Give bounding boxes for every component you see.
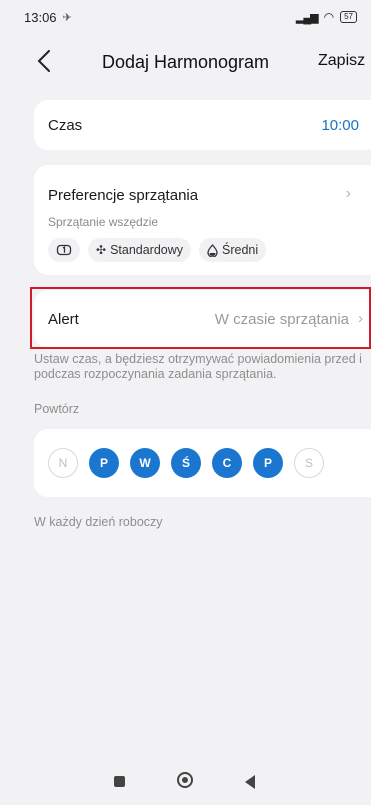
back-nav-button[interactable] xyxy=(245,775,255,789)
alert-highlight-box xyxy=(30,287,371,349)
page-title: Dodaj Harmonogram xyxy=(101,51,270,72)
status-time: 13:06 xyxy=(24,9,57,25)
time-row[interactable]: Czas 10:00 xyxy=(34,100,371,150)
water-drop-icon xyxy=(207,243,218,257)
suction-label: Standardowy xyxy=(110,243,184,257)
preferences-subtitle: Sprzątanie wszędzie xyxy=(48,215,159,229)
system-nav-bar xyxy=(0,759,371,805)
day-toggle-sunday[interactable]: N xyxy=(48,448,78,478)
status-bar: 13:06 ✈︎ ▂▄▆ ◠ 57 xyxy=(0,0,371,34)
dnd-icon: ✈︎ xyxy=(62,11,72,24)
day-toggle-wednesday[interactable]: Ś xyxy=(171,448,201,478)
day-toggle-monday[interactable]: P xyxy=(89,448,119,478)
day-toggle-thursday[interactable]: C xyxy=(212,448,242,478)
time-label: Czas xyxy=(48,116,83,134)
day-toggle-tuesday[interactable]: W xyxy=(130,448,160,478)
alert-hint: Ustaw czas, a będziesz otrzymywać powiad… xyxy=(34,352,362,381)
signal-icon: ▂▄▆ xyxy=(295,11,319,24)
repeat-summary: W każdy dzień roboczy xyxy=(34,515,163,529)
chip-loop xyxy=(48,238,80,262)
time-value[interactable]: 10:00 xyxy=(321,117,359,134)
wifi-icon: ◠ xyxy=(323,10,335,24)
battery-icon: 57 xyxy=(340,11,357,23)
preferences-title: Preferencje sprzątania xyxy=(48,187,199,204)
home-button[interactable] xyxy=(177,772,193,788)
header: Dodaj Harmonogram Zapisz xyxy=(0,42,371,82)
fan-icon: ✣ xyxy=(96,243,107,257)
save-button[interactable]: Zapisz xyxy=(318,52,365,70)
day-selector: N P W Ś C P S xyxy=(48,448,324,478)
repeat-days-card: N P W Ś C P S xyxy=(34,429,371,497)
recent-apps-button[interactable] xyxy=(114,776,125,787)
loop-icon xyxy=(56,244,72,256)
cleaning-preferences-card[interactable]: Preferencje sprzątania › Sprzątanie wszę… xyxy=(34,165,371,275)
day-toggle-friday[interactable]: P xyxy=(253,448,283,478)
water-label: Średni xyxy=(222,243,259,257)
chip-suction: ✣ Standardowy xyxy=(88,238,192,262)
day-toggle-saturday[interactable]: S xyxy=(294,448,324,478)
repeat-label: Powtórz xyxy=(34,402,80,416)
chevron-right-icon: › xyxy=(345,185,351,202)
chip-water: Średni xyxy=(199,238,267,262)
preference-chips: ✣ Standardowy Średni xyxy=(48,238,267,262)
